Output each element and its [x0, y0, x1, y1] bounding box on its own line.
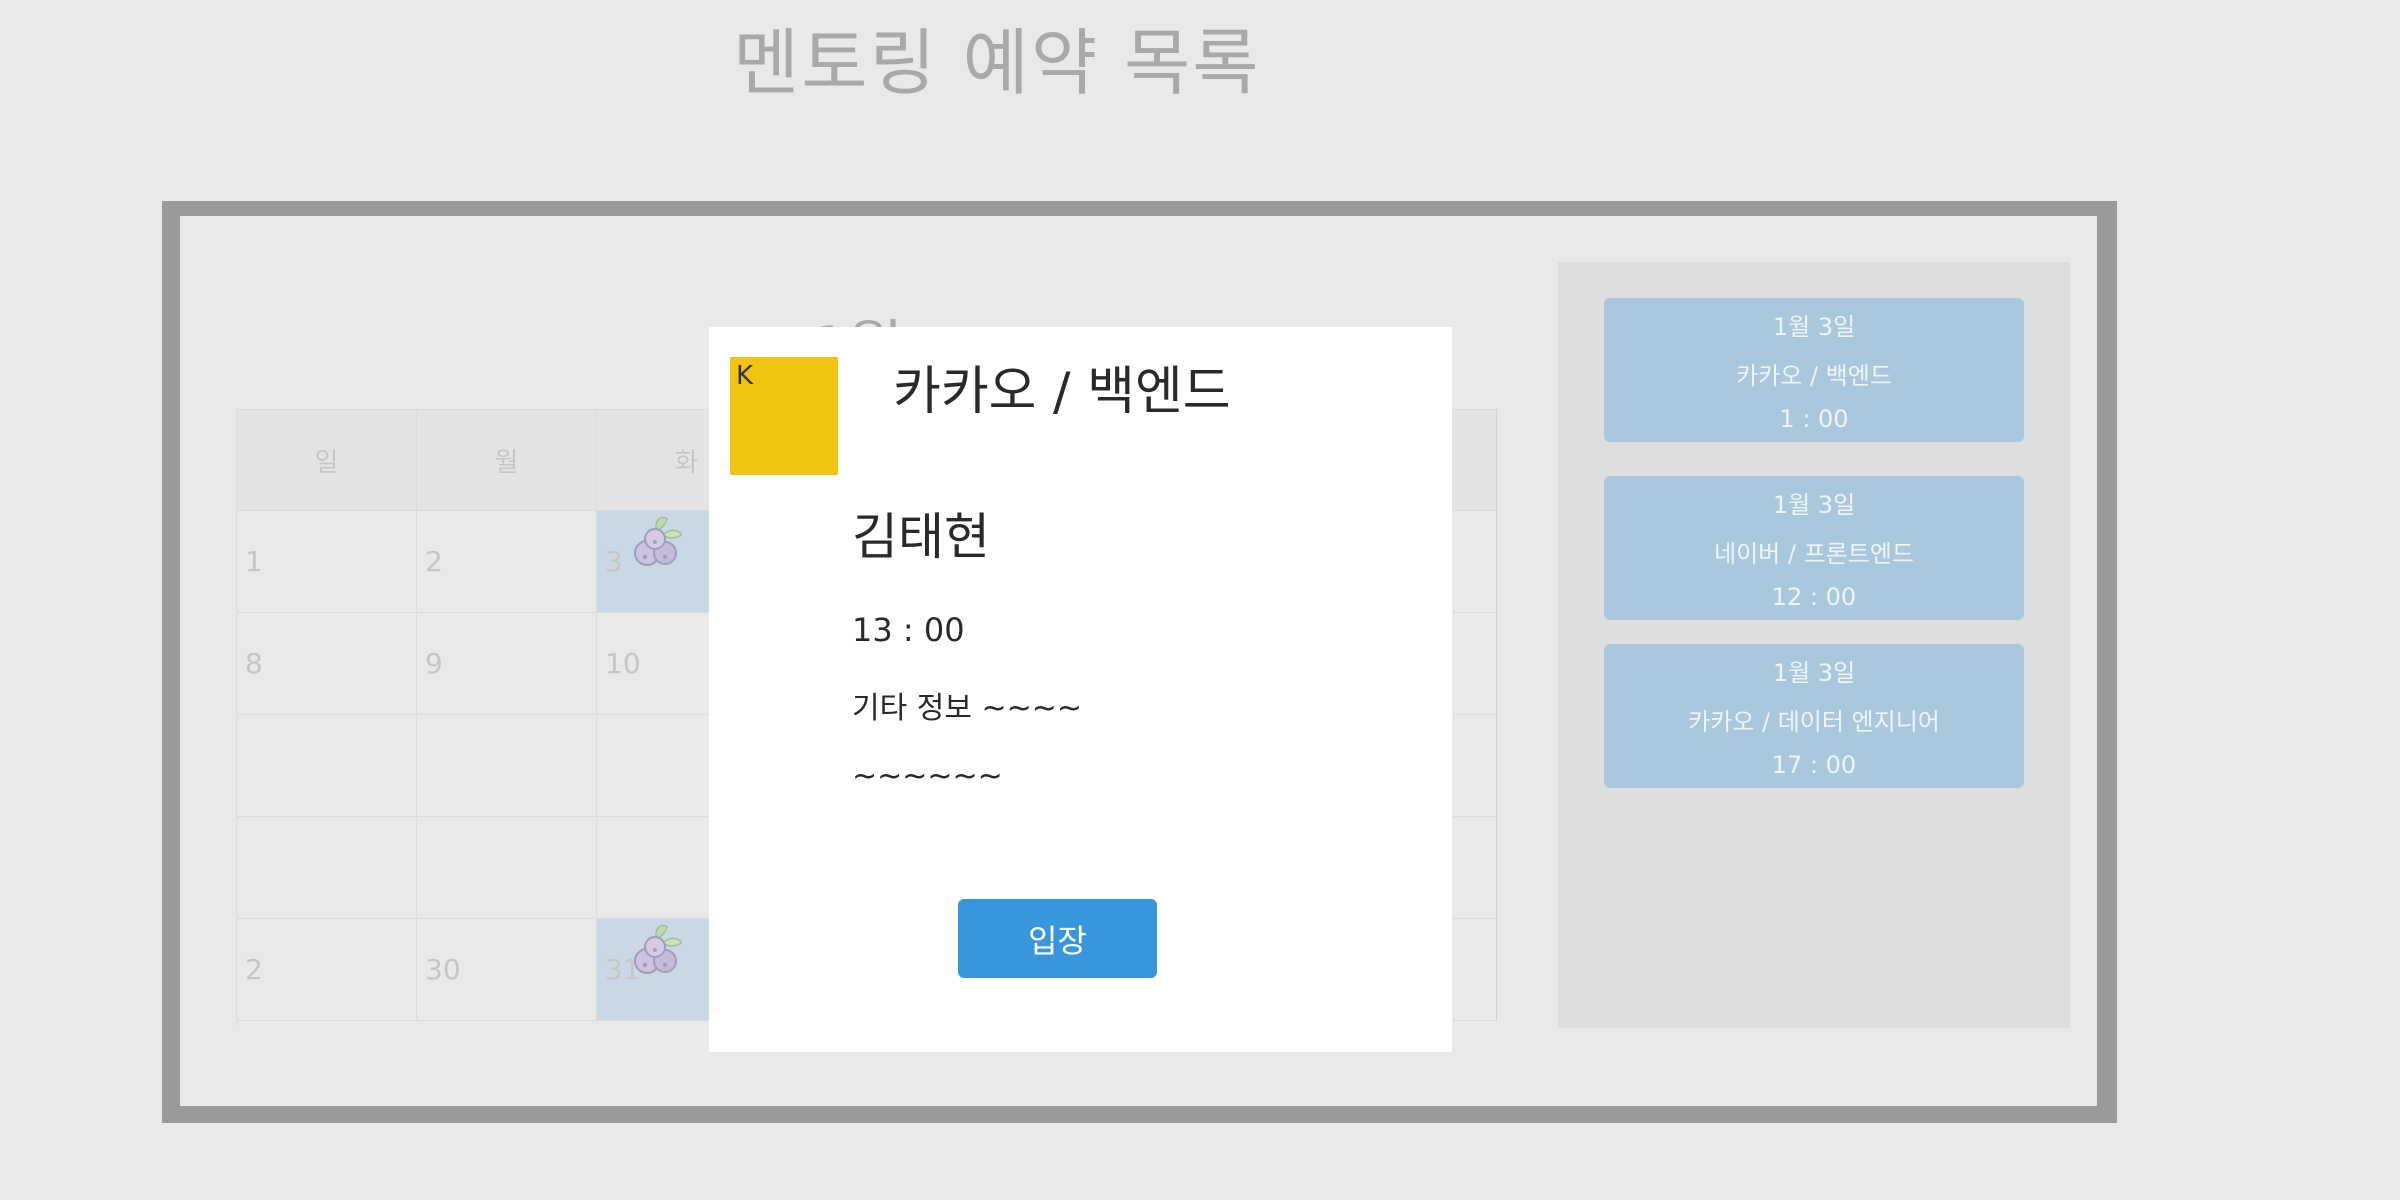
booking-date: 1월 3일 — [1772, 491, 1856, 519]
booking-date: 1월 3일 — [1772, 313, 1856, 341]
page-title: 멘토링 예약 목록 — [733, 21, 1261, 105]
day-number: 30 — [425, 953, 461, 986]
extra-info-continued: ~~~~~~ — [852, 759, 1003, 794]
calendar-day-cell[interactable]: 9 — [417, 613, 597, 715]
company-logo-letter: K — [736, 361, 754, 391]
booking-time: 1 : 00 — [1779, 405, 1849, 433]
company-logo: K — [730, 357, 838, 475]
booking-card[interactable]: 1월 3일 네이버 / 프론트엔드 12 : 00 — [1604, 476, 2024, 620]
booking-card[interactable]: 1월 3일 카카오 / 백엔드 1 : 00 — [1604, 298, 2024, 442]
calendar-day-cell[interactable]: 1 — [237, 511, 417, 613]
day-number: 31 — [605, 953, 641, 986]
booking-time: 17 : 00 — [1771, 751, 1857, 779]
day-number: 1 — [245, 545, 263, 578]
booking-detail-modal: K 카카오 / 백엔드 김태현 13 : 00 기타 정보 ~~~~ ~~~~~… — [709, 327, 1452, 1052]
day-number: 3 — [605, 545, 623, 578]
enter-button[interactable]: 입장 — [958, 899, 1157, 978]
calendar-day-cell[interactable] — [417, 715, 597, 817]
calendar-day-cell[interactable] — [237, 715, 417, 817]
calendar-day-cell[interactable] — [417, 817, 597, 919]
weekday-mon: 월 — [417, 410, 597, 511]
booking-company: 카카오 / 백엔드 — [1736, 362, 1892, 390]
day-number: 10 — [605, 647, 641, 680]
booking-list: 1월 3일 카카오 / 백엔드 1 : 00 1월 3일 네이버 / 프론트엔드… — [1558, 262, 2070, 1028]
session-time: 13 : 00 — [852, 611, 965, 649]
calendar-day-cell[interactable]: 2 — [237, 919, 417, 1021]
modal-title: 카카오 / 백엔드 — [893, 362, 1231, 422]
extra-info: 기타 정보 ~~~~ — [852, 691, 1083, 726]
calendar-day-cell[interactable] — [237, 817, 417, 919]
booking-date: 1월 3일 — [1772, 659, 1856, 687]
weekday-sun: 일 — [237, 410, 417, 511]
calendar-day-cell[interactable]: 30 — [417, 919, 597, 1021]
blueberry-icon — [634, 516, 682, 566]
booking-company: 카카오 / 데이터 엔지니어 — [1688, 708, 1940, 736]
day-number: 8 — [245, 647, 263, 680]
calendar-day-cell[interactable]: 8 — [237, 613, 417, 715]
day-number: 2 — [245, 953, 263, 986]
booking-card[interactable]: 1월 3일 카카오 / 데이터 엔지니어 17 : 00 — [1604, 644, 2024, 788]
day-number: 2 — [425, 545, 443, 578]
day-number: 9 — [425, 647, 443, 680]
mentor-name: 김태현 — [852, 508, 990, 566]
booking-company: 네이버 / 프론트엔드 — [1714, 540, 1914, 568]
calendar-day-cell[interactable]: 2 — [417, 511, 597, 613]
booking-time: 12 : 00 — [1771, 583, 1857, 611]
